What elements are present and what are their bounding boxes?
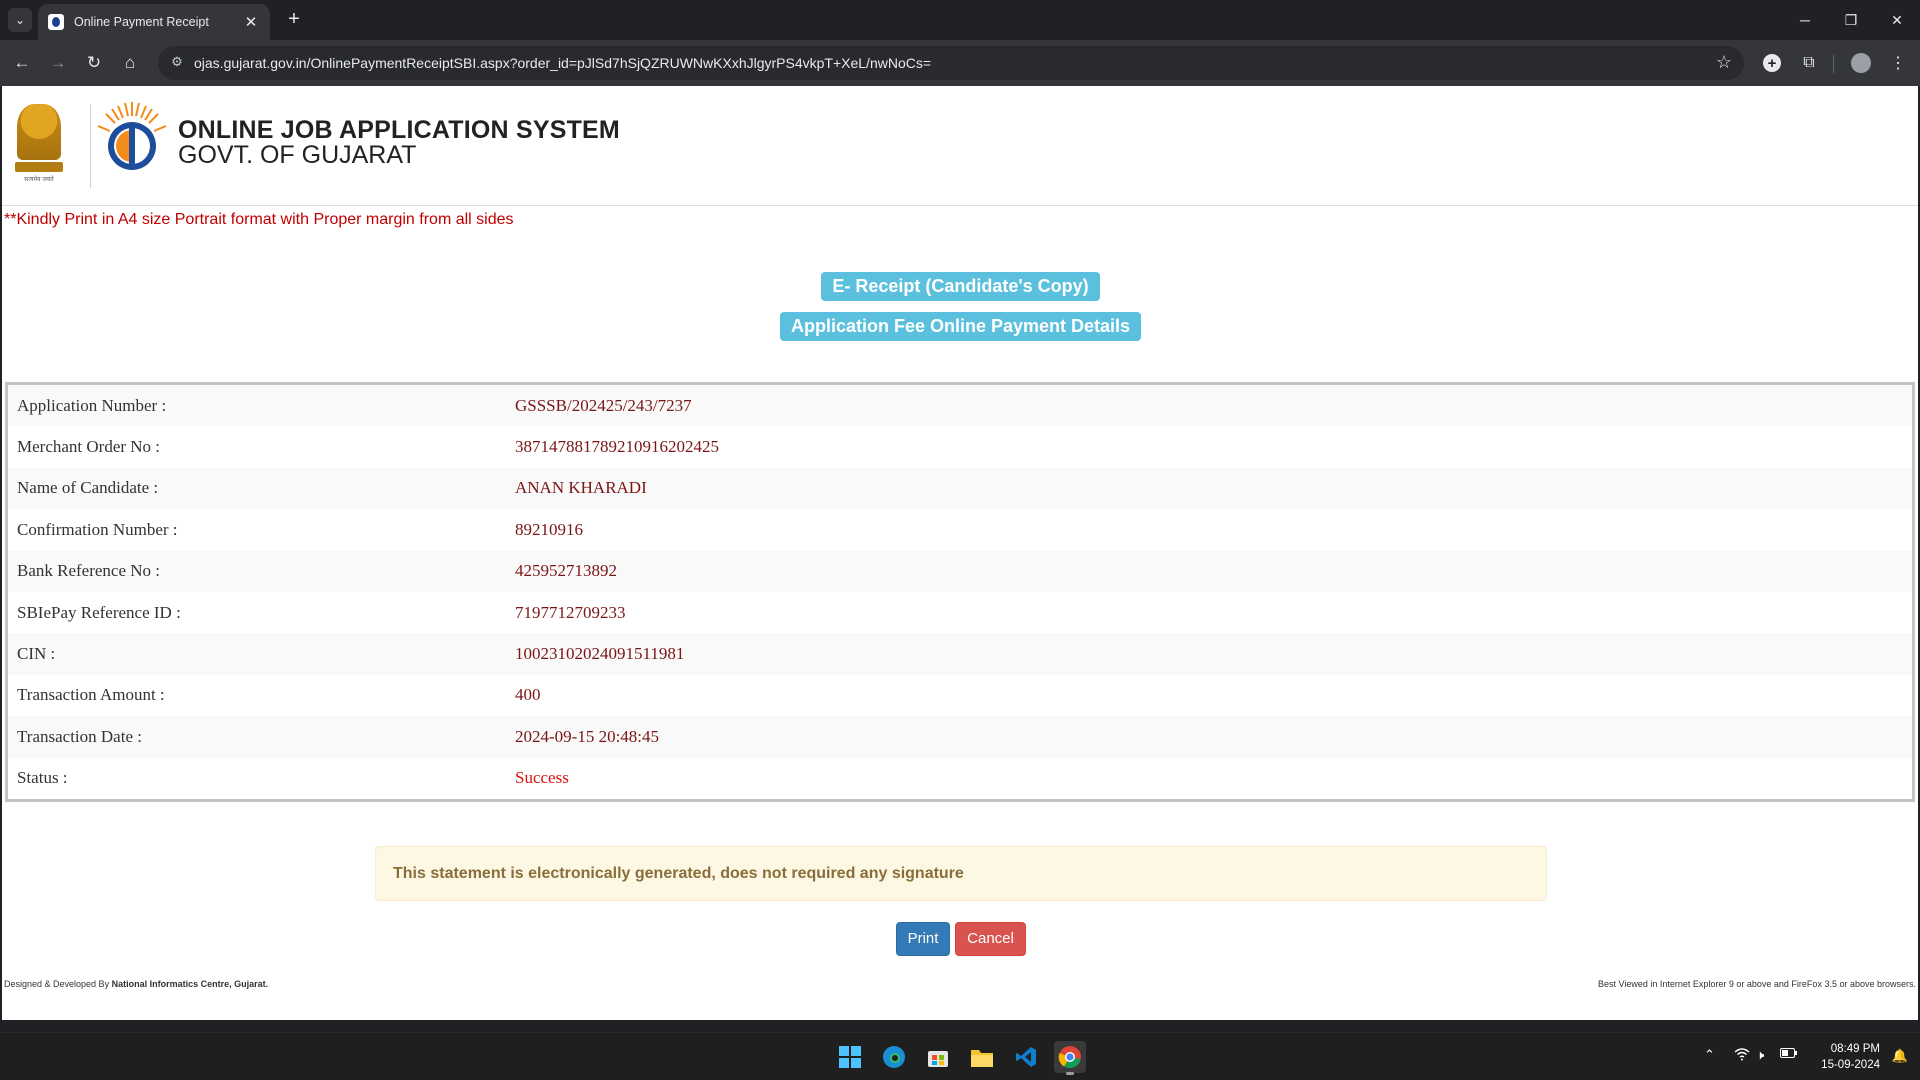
profile-avatar-icon[interactable] — [1851, 53, 1871, 73]
clock-date: 15-09-2024 — [1821, 1059, 1880, 1071]
site-header: सत्यमेव जयते ONLINE JOB APPLICATION SYST… — [2, 86, 1918, 206]
edge-browser-icon[interactable] — [878, 1041, 910, 1073]
close-tab-icon[interactable]: ✕ — [242, 13, 260, 31]
detail-label: Status : — [8, 757, 506, 799]
state-emblem-icon: सत्यमेव जयते — [12, 104, 66, 188]
detail-label: CIN : — [8, 633, 506, 675]
payment-details-heading-badge: Application Fee Online Payment Details — [780, 312, 1141, 341]
address-bar[interactable]: ⚙ ojas.gujarat.gov.in/OnlinePaymentRecei… — [158, 46, 1744, 80]
detail-value: 7197712709233 — [506, 591, 1912, 634]
browser-toolbar: ← → ↻ ⌂ ⚙ ojas.gujarat.gov.in/OnlinePaym… — [0, 40, 1920, 86]
detail-label: Bank Reference No : — [8, 550, 506, 592]
forward-arrow-icon[interactable]: → — [46, 51, 70, 75]
detail-label: Transaction Date : — [8, 716, 506, 758]
page-viewport: सत्यमेव जयते ONLINE JOB APPLICATION SYST… — [2, 86, 1918, 1020]
detail-value: 2024-09-15 20:48:45 — [506, 716, 1912, 758]
table-row: Transaction Date :2024-09-15 20:48:45 — [8, 716, 1912, 758]
detail-value: 400 — [506, 674, 1912, 717]
detail-label: Name of Candidate : — [8, 467, 506, 510]
restore-button[interactable]: ❐ — [1828, 0, 1874, 40]
detail-value: 89210916 — [506, 509, 1912, 551]
status-value: Success — [506, 757, 1912, 799]
menu-kebab-icon[interactable]: ⋮ — [1886, 51, 1910, 75]
receipt-heading-badge: E- Receipt (Candidate's Copy) — [821, 272, 1100, 301]
detail-label: Transaction Amount : — [8, 674, 506, 717]
chevron-down-icon: ⌄ — [14, 13, 26, 27]
table-row: Merchant Order No :38714788178921091620​… — [8, 426, 1912, 468]
detail-value: 10023102024091511981 — [506, 633, 1912, 675]
chrome-browser-icon[interactable] — [1054, 1041, 1086, 1075]
tab-title: Online Payment Receipt — [74, 15, 209, 29]
browser-tab[interactable]: Online Payment Receipt ✕ — [38, 4, 270, 40]
footer-browser-note: Best Viewed in Internet Explorer 9 or ab… — [1597, 979, 1916, 989]
windows-start-icon[interactable] — [834, 1041, 866, 1073]
detail-label: Application Number : — [8, 385, 506, 427]
notifications-bell-icon[interactable]: 🔔 — [1892, 1048, 1908, 1064]
detail-value: 38714788178921091620​2425 — [506, 426, 1912, 468]
minimize-button[interactable]: ─ — [1782, 0, 1828, 40]
print-button[interactable]: Print — [896, 922, 950, 956]
table-row: Status : Success — [8, 757, 1912, 799]
back-arrow-icon[interactable]: ← — [10, 51, 34, 75]
table-row: Name of Candidate : ANAN KHARADI — [8, 467, 1912, 510]
site-subtitle: GOVT. OF GUJARAT — [178, 141, 417, 169]
table-row: Transaction Amount :400 — [8, 674, 1912, 717]
electronic-statement-alert: This statement is electronically generat… — [375, 846, 1547, 901]
add-extension-icon[interactable]: + — [1763, 54, 1781, 72]
bookmark-star-icon[interactable]: ☆ — [1716, 52, 1732, 73]
browser-titlebar: ⌄ Online Payment Receipt ✕ + ─ ❐ ✕ — [0, 0, 1920, 40]
detail-label: SBIePay Reference ID : — [8, 591, 506, 634]
site-favicon-icon — [48, 14, 64, 30]
footer-credits: Designed & Developed By National Informa… — [4, 979, 269, 989]
windows-taskbar: ⌃ 🕨 08:49 PM 15-09-2024 🔔 — [0, 1032, 1920, 1080]
payment-details-table: Application Number : GSSSB/202425/243/723… — [5, 382, 1915, 802]
footer-org-name: National Informatics Centre, Gujarat. — [111, 979, 269, 989]
system-clock[interactable]: 08:49 PM 15-09-2024 — [1821, 1041, 1880, 1073]
detail-label: Confirmation Number : — [8, 509, 506, 551]
clock-time: 08:49 PM — [1830, 1043, 1880, 1055]
show-hidden-icons-chevron-icon[interactable]: ⌃ — [1704, 1047, 1715, 1063]
table-row: SBIePay Reference ID :7197712709233 — [8, 591, 1912, 634]
detail-value: GSSSB/202425/243/7237 — [506, 385, 1912, 427]
detail-value: ANAN KHARADI — [506, 467, 1912, 510]
toolbar-divider — [1833, 55, 1834, 73]
url-text[interactable]: ojas.gujarat.gov.in/OnlinePaymentReceipt… — [194, 55, 931, 71]
vscode-icon[interactable] — [1010, 1041, 1042, 1073]
extensions-puzzle-icon[interactable]: ⧉ — [1797, 51, 1821, 75]
home-icon[interactable]: ⌂ — [118, 51, 142, 75]
tab-search-button[interactable]: ⌄ — [8, 8, 32, 32]
table-row: Bank Reference No :425952713892 — [8, 550, 1912, 592]
close-window-button[interactable]: ✕ — [1874, 0, 1920, 40]
site-info-icon[interactable]: ⚙ — [168, 54, 186, 72]
ojas-logo-icon — [97, 102, 167, 170]
wifi-icon[interactable] — [1734, 1047, 1750, 1064]
new-tab-button[interactable]: + — [282, 8, 306, 32]
cancel-button[interactable]: Cancel — [955, 922, 1026, 956]
table-row: Application Number : GSSSB/202425/243/723… — [8, 385, 1912, 427]
detail-value: 425952713892 — [506, 550, 1912, 592]
volume-muted-icon[interactable]: 🕨 — [1756, 1047, 1764, 1063]
table-row: Confirmation Number :89210916 — [8, 509, 1912, 551]
detail-label: Merchant Order No : — [8, 426, 506, 468]
microsoft-store-icon[interactable] — [922, 1041, 954, 1073]
table-row: CIN :10023102024091511981 — [8, 633, 1912, 675]
file-explorer-icon[interactable] — [966, 1041, 998, 1073]
print-instruction: **Kindly Print in A4 size Portrait forma… — [4, 211, 514, 228]
reload-icon[interactable]: ↻ — [82, 51, 106, 75]
battery-icon[interactable] — [1780, 1047, 1798, 1062]
header-divider — [90, 104, 91, 188]
